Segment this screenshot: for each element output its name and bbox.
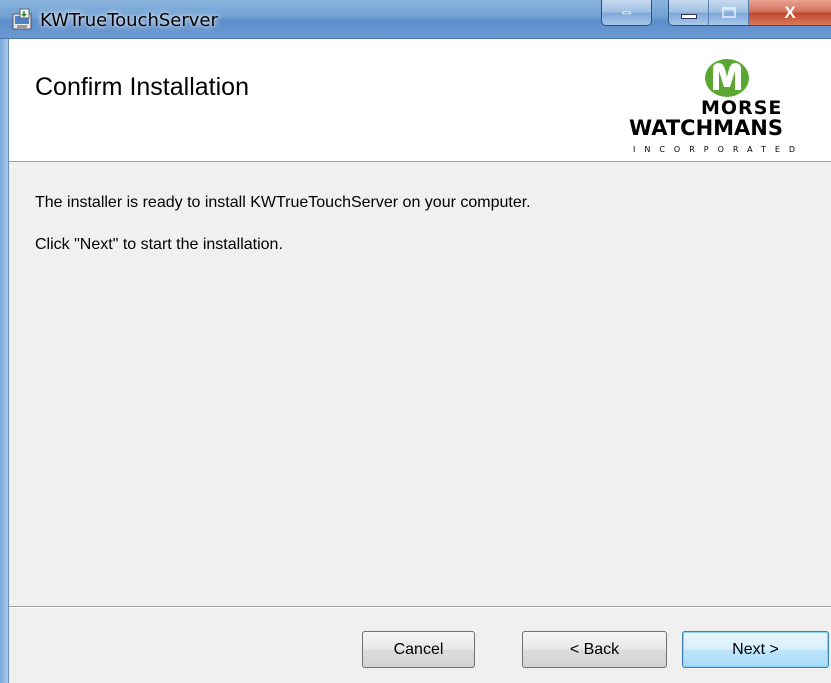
back-button[interactable]: < Back: [522, 631, 667, 668]
logo-text-watchmans: WATCHMANS: [629, 116, 784, 140]
minimize-icon: [680, 14, 697, 19]
window-title: KWTrueTouchServer: [40, 10, 218, 31]
next-button[interactable]: Next >: [682, 631, 829, 668]
button-bar: Cancel < Back Next >: [9, 606, 831, 683]
minimize-button[interactable]: [669, 0, 709, 25]
content-area: The installer is ready to install KWTrue…: [9, 162, 831, 606]
logo-text-incorporated: INCORPORATED: [633, 145, 805, 154]
maximize-button[interactable]: [709, 0, 749, 25]
window-frame-left: [0, 39, 9, 683]
swap-arrows-icon: ⇔: [618, 3, 635, 21]
close-button[interactable]: X: [749, 0, 831, 25]
cancel-button[interactable]: Cancel: [362, 631, 475, 668]
swap-button[interactable]: ⇔: [601, 0, 652, 26]
instruction-message: Click "Next" to start the installation.: [35, 236, 283, 253]
window-controls: X: [668, 0, 831, 26]
morse-watchmans-logo: MORSE WATCHMANS INCORPORATED: [629, 53, 831, 163]
close-icon: X: [784, 2, 796, 22]
installer-icon[interactable]: [11, 8, 35, 32]
title-bar[interactable]: KWTrueTouchServer ⇔ X: [0, 0, 831, 39]
page-title: Confirm Installation: [35, 73, 249, 101]
ready-message: The installer is ready to install KWTrue…: [35, 194, 531, 211]
header-banner: Confirm Installation MORSE WATCHMANS INC…: [9, 39, 831, 162]
maximize-icon: [721, 7, 736, 18]
logo-mark-icon: [705, 59, 749, 97]
